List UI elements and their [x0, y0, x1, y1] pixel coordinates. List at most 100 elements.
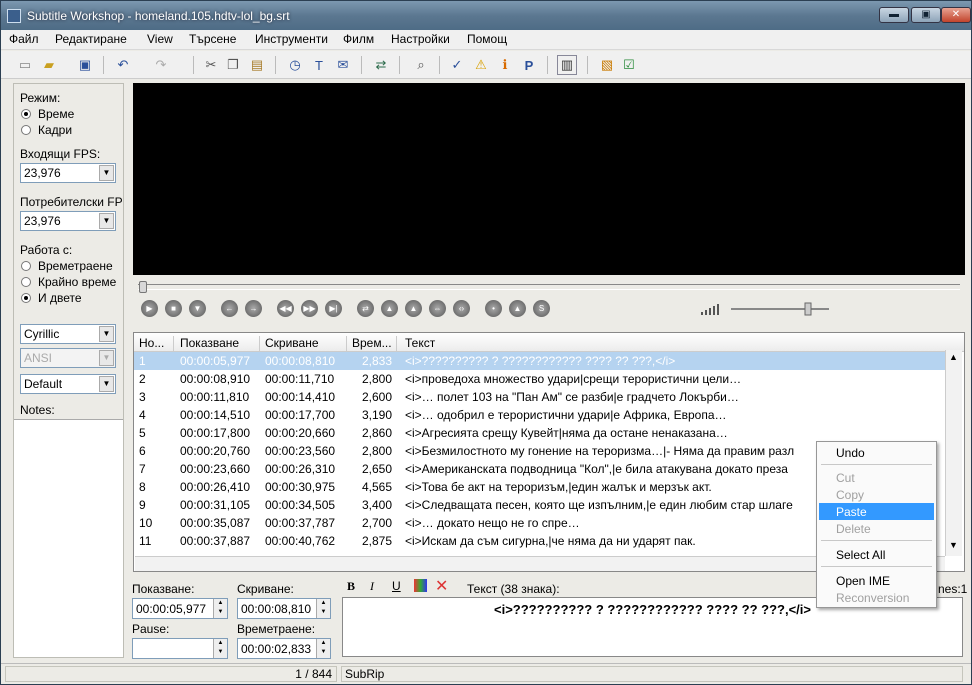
chevron-down-icon[interactable]: ▼	[99, 165, 114, 181]
table-row[interactable]: 1 00:00:05,977 00:00:08,810 2,833 <i>???????…	[134, 352, 946, 370]
menu-search[interactable]: Търсене	[189, 32, 236, 46]
context-select-all[interactable]: Select All	[819, 546, 934, 563]
minimize-button[interactable]: ▬	[879, 7, 909, 23]
mode-frames-radio[interactable]	[21, 125, 31, 135]
set-end-icon[interactable]: ▲	[405, 300, 422, 317]
color-icon[interactable]	[414, 579, 427, 592]
copy-icon[interactable]: ❐	[223, 55, 243, 75]
close-button[interactable]: ✕	[941, 7, 971, 23]
spinner-icon[interactable]: ▲ ▼	[213, 599, 227, 618]
input-fps-combo[interactable]: 23,976 ▼	[20, 163, 116, 183]
col-text[interactable]: Текст	[405, 336, 964, 353]
marker-3-icon[interactable]: S	[533, 300, 550, 317]
spellcheck-icon[interactable]: ✓	[447, 55, 467, 75]
menu-movie[interactable]: Филм	[343, 32, 374, 46]
marker-2-icon[interactable]: ▲	[509, 300, 526, 317]
work-both-label[interactable]: И двете	[38, 291, 82, 305]
chevron-down-icon[interactable]: ▼	[99, 376, 114, 392]
undo-icon[interactable]: ↶	[113, 55, 133, 75]
pause-field[interactable]: ▲ ▼	[132, 638, 228, 659]
style-combo[interactable]: Default ▼	[20, 374, 116, 394]
chevron-down-icon[interactable]: ▼	[99, 213, 114, 229]
back-icon[interactable]: ←	[221, 300, 238, 317]
spinner-icon[interactable]: ▲ ▼	[316, 639, 330, 658]
table-row[interactable]: 2 00:00:08,910 00:00:11,710 2,800 <i>проведо…	[134, 370, 946, 388]
translate-icon[interactable]: ⇄	[371, 55, 391, 75]
work-duration-label[interactable]: Времетраене	[38, 259, 124, 273]
menu-edit[interactable]: Редактиране	[55, 32, 127, 46]
cut-icon[interactable]: ✂	[201, 55, 221, 75]
clear-format-icon[interactable]: ✕	[435, 576, 448, 596]
marker-1-icon[interactable]: •	[485, 300, 502, 317]
menu-help[interactable]: Помощ	[467, 32, 507, 46]
table-row[interactable]: 3 00:00:11,810 00:00:14,410 2,600 <i>… полет…	[134, 388, 946, 406]
sync-icon[interactable]: ⇔	[429, 300, 446, 317]
table-row[interactable]: 5 00:00:17,800 00:00:20,660 2,860 <i>Агресия…	[134, 424, 946, 442]
mode-time-label[interactable]: Време	[38, 107, 74, 121]
scroll-down-icon[interactable]: ▼	[949, 540, 958, 550]
hide-time-field[interactable]: 00:00:08,810 ▲ ▼	[237, 598, 331, 619]
context-undo[interactable]: Undo	[819, 444, 934, 461]
seek-handle[interactable]	[139, 281, 147, 293]
duration-field[interactable]: 00:00:02,833 ▲ ▼	[237, 638, 331, 659]
pascal-icon[interactable]: P	[519, 55, 539, 75]
film-icon[interactable]: ▥	[557, 55, 577, 75]
col-show[interactable]: Показване	[180, 336, 260, 353]
show-time-field[interactable]: 00:00:05,977 ▲ ▼	[132, 598, 228, 619]
comment-icon[interactable]: ✉	[333, 55, 353, 75]
maximize-button[interactable]: ▣	[911, 7, 941, 23]
chevron-down-icon[interactable]: ▼	[99, 326, 114, 342]
seek-bar[interactable]	[138, 284, 960, 290]
down-icon[interactable]: ▼	[189, 300, 206, 317]
spinner-icon[interactable]: ▲ ▼	[316, 599, 330, 618]
output-icon[interactable]: ▧	[597, 55, 617, 75]
title-bar[interactable]: Subtitle Workshop - homeland.105.hdtv-lo…	[1, 1, 971, 31]
check-doc-icon[interactable]: ☑	[619, 55, 639, 75]
bold-icon[interactable]: B	[347, 579, 355, 594]
charset-combo[interactable]: Cyrillic ▼	[20, 324, 116, 344]
work-final-radio[interactable]	[21, 277, 31, 287]
forward-icon[interactable]: →	[245, 300, 262, 317]
col-number[interactable]: Но...	[139, 336, 174, 353]
stop-icon[interactable]: ■	[165, 300, 182, 317]
next-icon[interactable]: ▶|	[325, 300, 342, 317]
notes-textarea[interactable]	[14, 419, 123, 657]
clock-icon[interactable]: ◷	[285, 55, 305, 75]
set-start-icon[interactable]: ▲	[381, 300, 398, 317]
work-both-radio[interactable]	[21, 293, 31, 303]
save-icon[interactable]: ▣	[75, 55, 95, 75]
warning-icon[interactable]: ⚠	[471, 55, 491, 75]
fast-forward-icon[interactable]: ▶▶	[301, 300, 318, 317]
info-icon[interactable]: ℹ	[495, 55, 515, 75]
table-row[interactable]: 4 00:00:14,510 00:00:17,700 3,190 <i>… одобр…	[134, 406, 946, 424]
work-duration-radio[interactable]	[21, 261, 31, 271]
mode-time-radio[interactable]	[21, 109, 31, 119]
col-hide[interactable]: Скриване	[265, 336, 347, 353]
work-final-label[interactable]: Крайно време	[38, 275, 124, 289]
italic-icon[interactable]: I	[370, 579, 374, 594]
user-fps-combo[interactable]: 23,976 ▼	[20, 211, 116, 231]
menu-view[interactable]: View	[147, 32, 173, 46]
context-paste[interactable]: Paste	[819, 503, 934, 520]
search-icon[interactable]: ⌕	[411, 55, 431, 75]
menu-settings[interactable]: Настройки	[391, 32, 450, 46]
loop-icon[interactable]: ⇄	[357, 300, 374, 317]
context-open-ime[interactable]: Open IME	[819, 572, 934, 589]
play-icon[interactable]: ▶	[141, 300, 158, 317]
mode-frames-label[interactable]: Кадри	[38, 123, 72, 137]
text-icon[interactable]: T	[309, 55, 329, 75]
rewind-icon[interactable]: ◀◀	[277, 300, 294, 317]
menu-tools[interactable]: Инструменти	[255, 32, 328, 46]
underline-icon[interactable]: U	[392, 579, 401, 593]
volume-icon[interactable]	[701, 301, 833, 317]
paste-icon[interactable]: ▤	[247, 55, 267, 75]
open-folder-icon[interactable]: ▰	[39, 55, 59, 75]
code-icon[interactable]: ‹›	[453, 300, 470, 317]
video-preview[interactable]	[133, 83, 965, 275]
scroll-up-icon[interactable]: ▲	[949, 352, 958, 362]
col-duration[interactable]: Врем...	[352, 336, 397, 353]
grid-vertical-scrollbar[interactable]: ▲ ▼	[945, 350, 962, 556]
redo-icon[interactable]: ↷	[151, 55, 171, 75]
new-file-icon[interactable]: ▭	[15, 55, 35, 75]
menu-file[interactable]: Файл	[9, 32, 39, 46]
